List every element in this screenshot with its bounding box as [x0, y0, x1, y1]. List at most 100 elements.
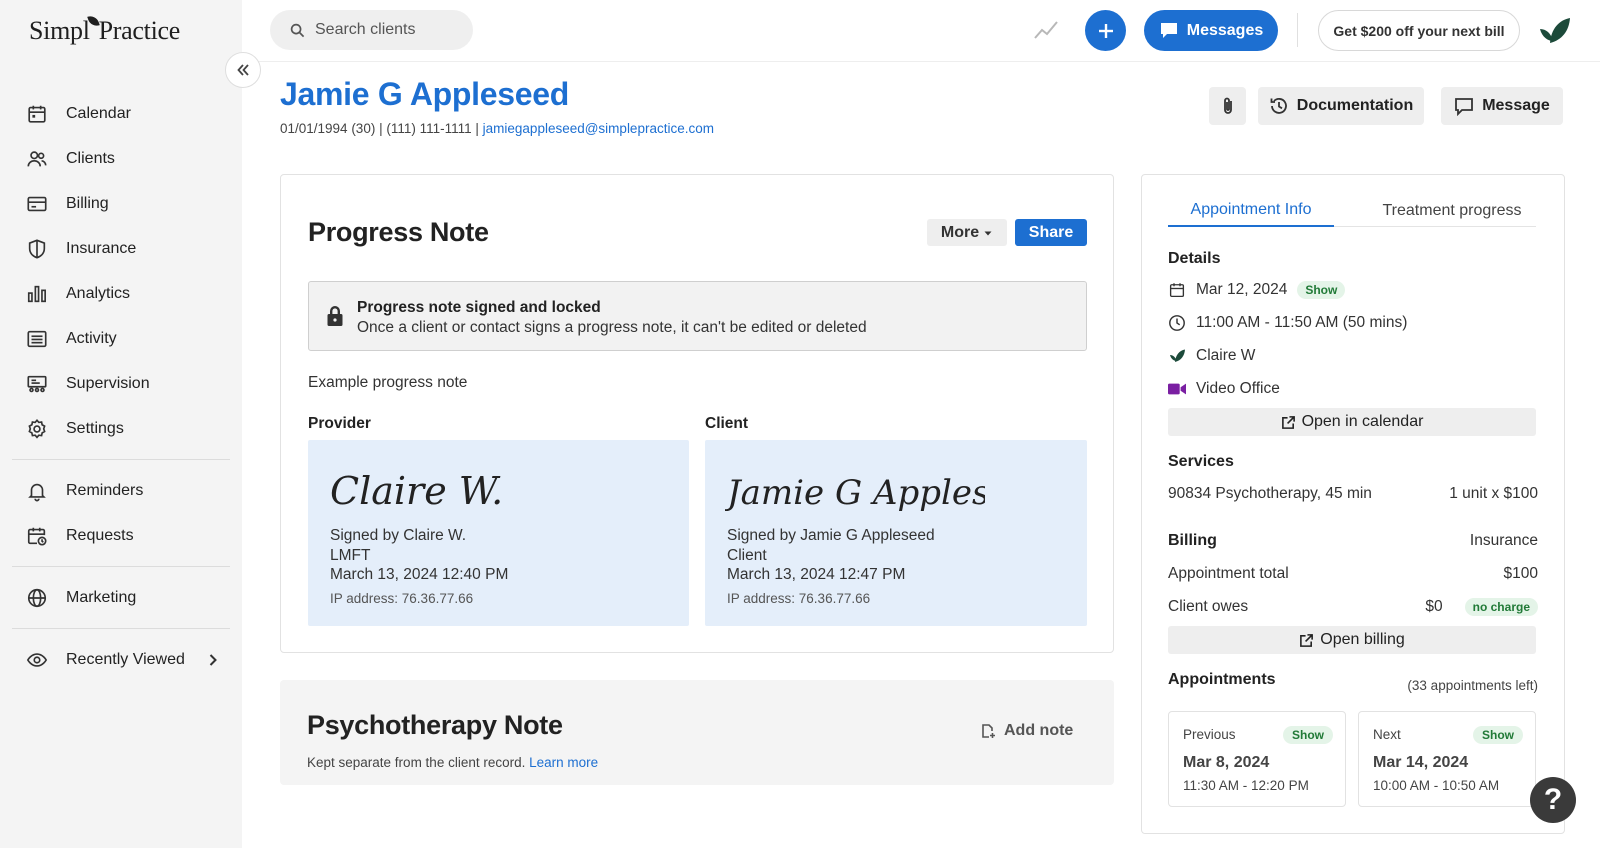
promo-button[interactable]: Get $200 off your next bill: [1318, 10, 1520, 51]
progress-note-card: Progress Note More Share Progress note s…: [280, 174, 1114, 653]
client-owes-value-row: $0 no charge: [1425, 598, 1538, 616]
open-calendar-button[interactable]: Open in calendar: [1168, 408, 1536, 436]
panel-tabs: Appointment Info Treatment progress: [1168, 195, 1536, 227]
video-camera-icon: [1168, 383, 1186, 395]
sidebar-item-label: Billing: [66, 194, 109, 212]
learn-more-link[interactable]: Learn more: [529, 755, 598, 770]
nav-divider: [12, 566, 230, 567]
tab-treatment-progress[interactable]: Treatment progress: [1368, 195, 1536, 227]
provider-signature-box: Claire W. Signed by Claire W. LMFT March…: [308, 440, 689, 626]
add-note-icon: [982, 724, 995, 738]
calendar-icon: [28, 105, 46, 123]
appointment-panel: Appointment Info Treatment progress Deta…: [1141, 174, 1565, 834]
clinician-row: Claire W: [1168, 347, 1255, 365]
client-name[interactable]: Jamie G Appleseed: [280, 76, 569, 113]
next-appointment-card[interactable]: Next Show Mar 14, 2024 10:00 AM - 10:50 …: [1358, 711, 1536, 807]
help-button[interactable]: ?: [1530, 777, 1576, 823]
gear-icon: [28, 418, 46, 439]
status-badge: Show: [1297, 281, 1346, 299]
sidebar-item-calendar[interactable]: Calendar: [12, 91, 230, 136]
more-label: More: [940, 223, 980, 241]
client-details: 01/01/1994 (30) | (111) 111-1111 |: [280, 121, 483, 136]
appointment-time: 11:00 AM - 11:50 AM (50 mins): [1196, 314, 1408, 331]
calendar-icon: [1169, 283, 1185, 298]
status-badge: Show: [1283, 726, 1333, 744]
logo-text: Simpl: [29, 16, 90, 45]
messages-button[interactable]: Messages: [1144, 10, 1278, 51]
sidebar-item-label: Settings: [66, 419, 124, 437]
sidebar-item-supervision[interactable]: Supervision: [12, 361, 230, 406]
appointment-total-label: Appointment total: [1168, 565, 1289, 582]
service-units: 1 unit x $100: [1449, 485, 1538, 502]
client-role: Client: [727, 547, 767, 564]
sidebar-item-recently-viewed[interactable]: Recently Viewed: [12, 637, 230, 682]
sidebar-item-requests[interactable]: Requests: [12, 513, 230, 558]
documentation-button[interactable]: Documentation: [1258, 87, 1424, 125]
messages-label: Messages: [1186, 21, 1264, 39]
search-icon: [290, 23, 305, 37]
supervision-icon: [27, 375, 47, 392]
sidebar-item-label: Marketing: [66, 588, 137, 606]
service-code: 90834 Psychotherapy, 45 min: [1168, 485, 1372, 502]
sidebar-item-analytics[interactable]: Analytics: [12, 271, 230, 316]
client-signature-box: Jamie G Appleseed Signed by Jamie G Appl…: [705, 440, 1087, 626]
credit-card-icon: [27, 196, 47, 211]
chat-bubble-icon: [1455, 97, 1474, 116]
client-signed-datetime: March 13, 2024 12:47 PM: [727, 566, 906, 583]
open-billing-button[interactable]: Open billing: [1168, 626, 1536, 654]
sidebar-item-insurance[interactable]: Insurance: [12, 226, 230, 271]
chat-bubble-icon: [1160, 23, 1177, 38]
message-label: Message: [1482, 97, 1550, 114]
tab-appointment-info[interactable]: Appointment Info: [1168, 195, 1334, 227]
appointment-date: Mar 12, 2024: [1196, 281, 1288, 298]
simplepractice-logo[interactable]: Simpl Practice: [29, 13, 180, 46]
previous-date: Mar 8, 2024: [1183, 754, 1270, 771]
message-button[interactable]: Message: [1441, 87, 1563, 125]
client-owes-label: Client owes: [1168, 598, 1249, 615]
appointment-date-row: Mar 12, 2024 Show: [1168, 281, 1346, 299]
search-input[interactable]: [315, 21, 465, 39]
sidebar-item-label: Requests: [66, 526, 134, 544]
psychotherapy-note-title: Psychotherapy Note: [307, 710, 563, 740]
attachment-button[interactable]: [1209, 87, 1246, 125]
no-charge-badge: no charge: [1464, 598, 1538, 616]
appointment-time-row: 11:00 AM - 11:50 AM (50 mins): [1168, 314, 1407, 332]
client-signature: Jamie G Appleseed: [725, 473, 985, 513]
share-button[interactable]: Share: [1015, 219, 1087, 246]
sidebar-item-activity[interactable]: Activity: [12, 316, 230, 361]
avatar[interactable]: [1536, 15, 1572, 47]
add-note-button[interactable]: Add note: [980, 722, 1073, 740]
billing-heading: Billing: [1168, 532, 1217, 549]
location-row: Video Office: [1168, 380, 1280, 398]
collapse-sidebar-button[interactable]: [225, 52, 261, 88]
trend-line-icon[interactable]: [1033, 18, 1059, 42]
sidebar-item-settings[interactable]: Settings: [12, 406, 230, 451]
search-bar[interactable]: [270, 10, 473, 50]
users-icon: [27, 150, 47, 166]
shield-icon: [28, 238, 46, 259]
sidebar-item-clients[interactable]: Clients: [12, 136, 230, 181]
provider-heading: Provider: [308, 415, 371, 432]
caret-down-icon: [984, 231, 992, 235]
previous-appointment-card[interactable]: Previous Show Mar 8, 2024 11:30 AM - 12:…: [1168, 711, 1346, 807]
add-button[interactable]: [1085, 10, 1126, 51]
sidebar: Simpl Practice Calendar Clients Billing I…: [0, 0, 242, 848]
sidebar-item-billing[interactable]: Billing: [12, 181, 230, 226]
chevron-right-icon: [209, 653, 217, 666]
more-dropdown[interactable]: More: [927, 219, 1007, 246]
status-badge: Show: [1473, 726, 1523, 744]
open-billing-label: Open billing: [1320, 631, 1405, 648]
sidebar-item-label: Supervision: [66, 374, 150, 392]
locked-description: Once a client or contact signs a progres…: [357, 319, 867, 336]
sidebar-item-reminders[interactable]: Reminders: [12, 468, 230, 513]
eye-icon: [26, 652, 48, 667]
client-email-link[interactable]: jamiegappleseed@simplepractice.com: [483, 121, 714, 136]
locked-title: Progress note signed and locked: [357, 299, 601, 316]
provider-signed-datetime: March 13, 2024 12:40 PM: [330, 566, 509, 583]
locked-banner: Progress note signed and locked Once a c…: [308, 281, 1087, 351]
note-body: Example progress note: [308, 374, 468, 391]
provider-ip-address: IP address: 76.36.77.66: [330, 591, 474, 606]
client-meta: 01/01/1994 (30) | (111) 111-1111 | jamie…: [280, 121, 714, 136]
topbar-divider: [1297, 13, 1298, 47]
sidebar-item-marketing[interactable]: Marketing: [12, 575, 230, 620]
